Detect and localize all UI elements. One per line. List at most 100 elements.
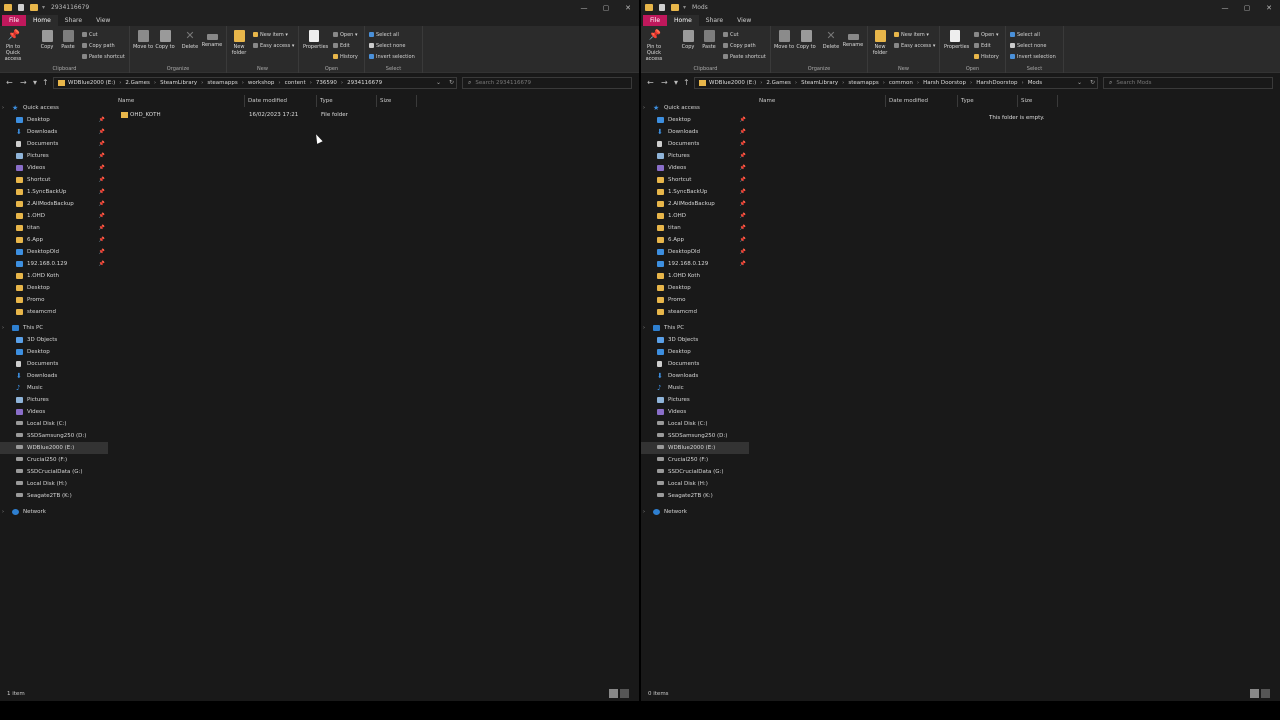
details-view-icon[interactable] [1250,689,1259,698]
forward-arrow-icon[interactable]: → [20,78,27,87]
nav-item[interactable]: SSDCrucialData (G:) [641,466,749,478]
column-header-size[interactable]: Size [377,95,417,107]
nav-item[interactable]: › Network [641,506,749,518]
nav-item[interactable]: Documents 📌 [0,138,108,150]
nav-item[interactable]: DesktopOld 📌 [641,246,749,258]
breadcrumb-separator-icon[interactable]: › [917,80,919,86]
tab-view[interactable]: View [89,15,117,26]
column-header-date[interactable]: Date modified [886,95,958,107]
nav-item[interactable]: ⬇ Downloads 📌 [0,126,108,138]
nav-item[interactable]: 6.App 📌 [0,234,108,246]
pin-to-quick-access-button[interactable]: 📌 Pin to Quick access [643,30,665,62]
breadcrumb-separator-icon[interactable]: › [242,80,244,86]
nav-item[interactable]: Videos 📌 [641,162,749,174]
search-input[interactable] [1116,80,1257,86]
breadcrumb-item[interactable]: SteamLibrary [160,80,197,86]
breadcrumb-separator-icon[interactable]: › [278,80,280,86]
paste-button[interactable]: Paste [698,30,720,50]
nav-item[interactable]: SSDSamsung250 (D:) [0,430,108,442]
nav-item[interactable]: steamcmd [0,306,108,318]
nav-item[interactable]: Crucial250 (F:) [641,454,749,466]
new-folder-quick-icon[interactable] [30,4,38,11]
breadcrumb-item[interactable]: WDBlue2000 (E:) [709,80,756,86]
open-button[interactable]: Open ▾ [333,30,357,39]
large-icons-view-icon[interactable] [620,689,629,698]
breadcrumb-item[interactable]: WDBlue2000 (E:) [68,80,115,86]
select-all-button[interactable]: Select all [369,30,399,39]
maximize-icon[interactable]: ▢ [1236,0,1258,15]
paste-button[interactable]: Paste [57,30,79,50]
forward-arrow-icon[interactable]: → [661,78,668,87]
quick-access-dropdown-icon[interactable]: ▾ [683,4,686,11]
breadcrumb-separator-icon[interactable]: › [310,80,312,86]
nav-item[interactable]: Local Disk (H:) [641,478,749,490]
nav-item[interactable]: Videos 📌 [0,162,108,174]
back-arrow-icon[interactable]: ← [647,78,654,87]
nav-item[interactable]: › This PC [641,322,749,334]
nav-item[interactable]: DesktopOld 📌 [0,246,108,258]
search-box[interactable]: ⌕ [462,77,632,89]
refresh-icon[interactable]: ↻ [449,79,454,86]
search-box[interactable]: ⌕ [1103,77,1273,89]
expand-chevron-icon[interactable]: › [2,105,4,111]
nav-item[interactable]: ♪ Music [641,382,749,394]
expand-chevron-icon[interactable]: › [643,105,645,111]
nav-item[interactable]: Documents 📌 [641,138,749,150]
new-folder-quick-icon[interactable] [671,4,679,11]
address-bar[interactable]: WDBlue2000 (E:) › 2.Games › SteamLibrary › ste… [53,77,457,89]
minimize-icon[interactable]: — [573,0,595,15]
breadcrumb-separator-icon[interactable]: › [341,80,343,86]
nav-item[interactable]: Local Disk (H:) [0,478,108,490]
nav-item[interactable]: 1.OHD 📌 [641,210,749,222]
nav-item[interactable]: 6.App 📌 [641,234,749,246]
breadcrumb-item[interactable]: HarshDoorstop [976,80,1017,86]
breadcrumb-item[interactable]: Harsh Doorstop [923,80,966,86]
up-arrow-icon[interactable]: ↑ [683,78,690,87]
nav-item[interactable]: steamcmd [641,306,749,318]
breadcrumb-item[interactable]: 2934116679 [347,80,382,86]
maximize-icon[interactable]: ▢ [595,0,617,15]
nav-item[interactable]: 192.168.0.129 📌 [0,258,108,270]
nav-item[interactable]: Pictures [641,394,749,406]
address-dropdown-icon[interactable]: ⌄ [436,79,441,86]
move-to-button[interactable]: Move to [132,30,154,50]
tab-home[interactable]: Home [26,15,58,26]
select-all-button[interactable]: Select all [1010,30,1040,39]
breadcrumb-item[interactable]: SteamLibrary [801,80,838,86]
breadcrumb-separator-icon[interactable]: › [883,80,885,86]
nav-item[interactable]: › Network [0,506,108,518]
copy-button[interactable]: Copy [36,30,58,50]
delete-button[interactable]: ✕ Delete [179,30,201,51]
nav-item[interactable]: Crucial250 (F:) [0,454,108,466]
nav-item[interactable]: ⬇ Downloads [0,370,108,382]
properties-button[interactable]: Properties [303,30,328,50]
tab-file[interactable]: File [643,15,668,26]
nav-item[interactable]: Desktop 📌 [0,114,108,126]
history-button[interactable]: History [333,52,358,61]
nav-item[interactable]: SSDCrucialData (G:) [0,466,108,478]
nav-item[interactable]: 1.OHD Koth [641,270,749,282]
nav-item[interactable]: 3D Objects [641,334,749,346]
nav-item[interactable]: titan 📌 [641,222,749,234]
new-item-button[interactable]: New item ▾ [253,30,288,39]
open-button[interactable]: Open ▾ [974,30,998,39]
refresh-icon[interactable]: ↻ [1090,79,1095,86]
nav-item[interactable]: 2.AllModsBackup 📌 [0,198,108,210]
nav-item[interactable]: titan 📌 [0,222,108,234]
easy-access-button[interactable]: Easy access ▾ [253,41,294,50]
nav-item[interactable]: Shortcut 📌 [641,174,749,186]
nav-item[interactable]: › This PC [0,322,108,334]
edit-button[interactable]: Edit [333,41,350,50]
nav-item[interactable]: Pictures 📌 [0,150,108,162]
nav-item[interactable]: Videos [0,406,108,418]
nav-item[interactable]: WDBlue2000 (E:) [0,442,108,454]
column-header-type[interactable]: Type [958,95,1018,107]
rename-button[interactable]: Rename [842,30,864,48]
nav-item[interactable]: Documents [0,358,108,370]
nav-item[interactable]: ⬇ Downloads 📌 [641,126,749,138]
nav-item[interactable]: Local Disk (C:) [641,418,749,430]
quick-access-dropdown-icon[interactable]: ▾ [42,4,45,11]
nav-item[interactable]: Promo [0,294,108,306]
close-icon[interactable]: ✕ [617,0,639,15]
breadcrumb-item[interactable]: Mods [1028,80,1042,86]
